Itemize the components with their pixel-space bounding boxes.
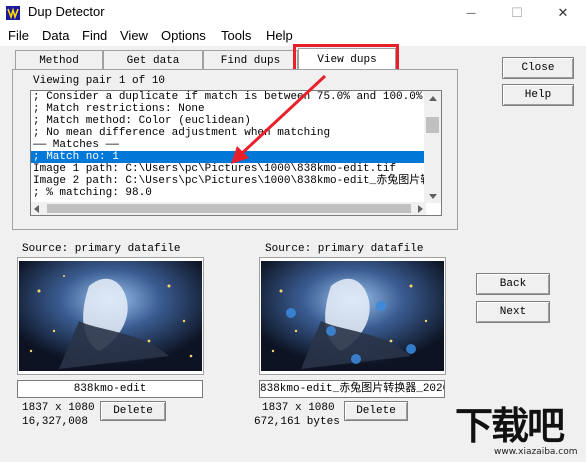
app-icon (6, 6, 20, 20)
menu-options[interactable]: Options (161, 28, 206, 43)
help-button-label: Help (524, 89, 552, 101)
scroll-down-arrow-icon[interactable] (424, 189, 441, 203)
horizontal-scrollbar[interactable] (31, 202, 426, 215)
close-button[interactable]: Close (502, 57, 574, 79)
scroll-up-arrow-icon[interactable] (424, 91, 441, 105)
watermark-logo: 下载吧 (455, 404, 565, 448)
annotation-arrow-icon (231, 74, 327, 164)
menu-find[interactable]: Find (82, 28, 107, 43)
menu-view[interactable]: View (120, 28, 148, 43)
menu-tools[interactable]: Tools (221, 28, 251, 43)
tab-method-label: Method (39, 54, 79, 67)
close-window-button[interactable]: ✕ (540, 0, 586, 26)
left-thumbnail (19, 261, 202, 371)
result-line[interactable]: Image 2 path: C:\Users\pc\Pictures\1000\… (31, 175, 441, 187)
scroll-right-arrow-icon[interactable] (418, 205, 423, 215)
minimize-icon: — (466, 7, 476, 19)
left-file-size: 16,327,008 (22, 416, 89, 428)
left-delete-label: Delete (113, 405, 153, 417)
tab-method[interactable]: Method (15, 50, 103, 70)
right-delete-label: Delete (356, 405, 396, 417)
scroll-thumb[interactable] (426, 117, 439, 133)
right-source-label: Source: primary datafile (265, 243, 424, 255)
next-button-label: Next (499, 306, 527, 318)
right-filename-field: 838kmo-edit_赤兔图片转换器_2020 (259, 380, 445, 398)
tab-find-dups[interactable]: Find dups (203, 50, 298, 70)
menu-data[interactable]: Data (42, 28, 69, 43)
tab-find-dups-label: Find dups (220, 54, 281, 67)
left-dimensions: 1837 x 1080 (22, 402, 95, 414)
right-thumbnail (261, 261, 444, 371)
window-title: Dup Detector (28, 4, 105, 19)
back-button-label: Back (499, 278, 527, 290)
left-image-frame (17, 257, 204, 375)
help-button[interactable]: Help (502, 84, 574, 106)
menu-file[interactable]: File (8, 28, 29, 43)
close-button-label: Close (521, 62, 555, 74)
next-button[interactable]: Next (476, 301, 550, 323)
right-dimensions: 1837 x 1080 (262, 402, 335, 414)
maximize-icon: ☐ (511, 5, 523, 21)
title-bar: Dup Detector — ☐ ✕ (0, 0, 586, 26)
scroll-left-arrow-icon[interactable] (34, 205, 39, 215)
minimize-button[interactable]: — (448, 0, 494, 26)
close-icon: ✕ (557, 5, 569, 21)
watermark-url: www.xiazaiba.com (494, 447, 578, 457)
vertical-scrollbar[interactable] (424, 91, 441, 203)
tab-get-data[interactable]: Get data (103, 50, 203, 70)
right-image-frame (259, 257, 446, 375)
menu-bar: File Data Find View Options Tools Help (0, 26, 586, 46)
tab-get-data-label: Get data (126, 54, 180, 67)
right-file-size: 672,161 bytes (254, 416, 340, 428)
hscroll-thumb[interactable] (47, 204, 411, 213)
back-button[interactable]: Back (476, 273, 550, 295)
left-filename-field: 838kmo-edit (17, 380, 203, 398)
left-delete-button[interactable]: Delete (100, 401, 166, 421)
right-delete-button[interactable]: Delete (344, 401, 408, 421)
maximize-button[interactable]: ☐ (494, 0, 540, 26)
menu-help[interactable]: Help (266, 28, 293, 43)
result-line[interactable]: ; % matching: 98.0 (31, 187, 441, 199)
left-source-label: Source: primary datafile (22, 243, 181, 255)
viewing-pair-label: Viewing pair 1 of 10 (33, 75, 166, 87)
